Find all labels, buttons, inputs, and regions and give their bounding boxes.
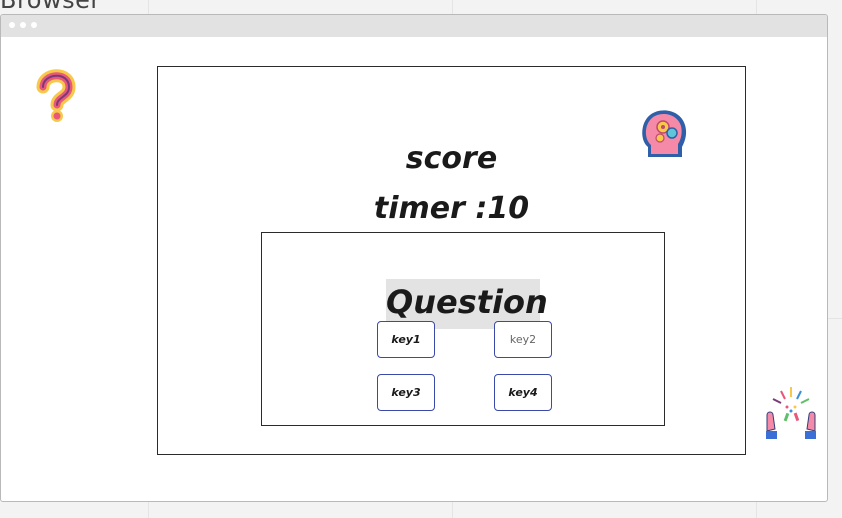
timer-label: timer :10 [373,191,530,226]
question-panel: Question key1 key2 key3 key4 [261,232,665,426]
answer-button-key1[interactable]: key1 [377,321,435,358]
canvas-label: Browser [0,0,101,14]
answer-button-key4[interactable]: key4 [494,374,552,411]
celebration-hands-icon [761,385,821,447]
window-dot[interactable] [20,22,26,28]
answer-button-key3[interactable]: key3 [377,374,435,411]
browser-window: score timer :10 Question key1 key2 key3 … [0,14,828,502]
question-mark-icon [35,67,77,127]
window-dot[interactable] [31,22,37,28]
window-dot[interactable] [9,22,15,28]
score-label: score [405,141,498,176]
answer-button-key2[interactable]: key2 [494,321,552,358]
browser-title-bar [1,15,827,37]
game-panel: score timer :10 Question key1 key2 key3 … [157,66,746,455]
